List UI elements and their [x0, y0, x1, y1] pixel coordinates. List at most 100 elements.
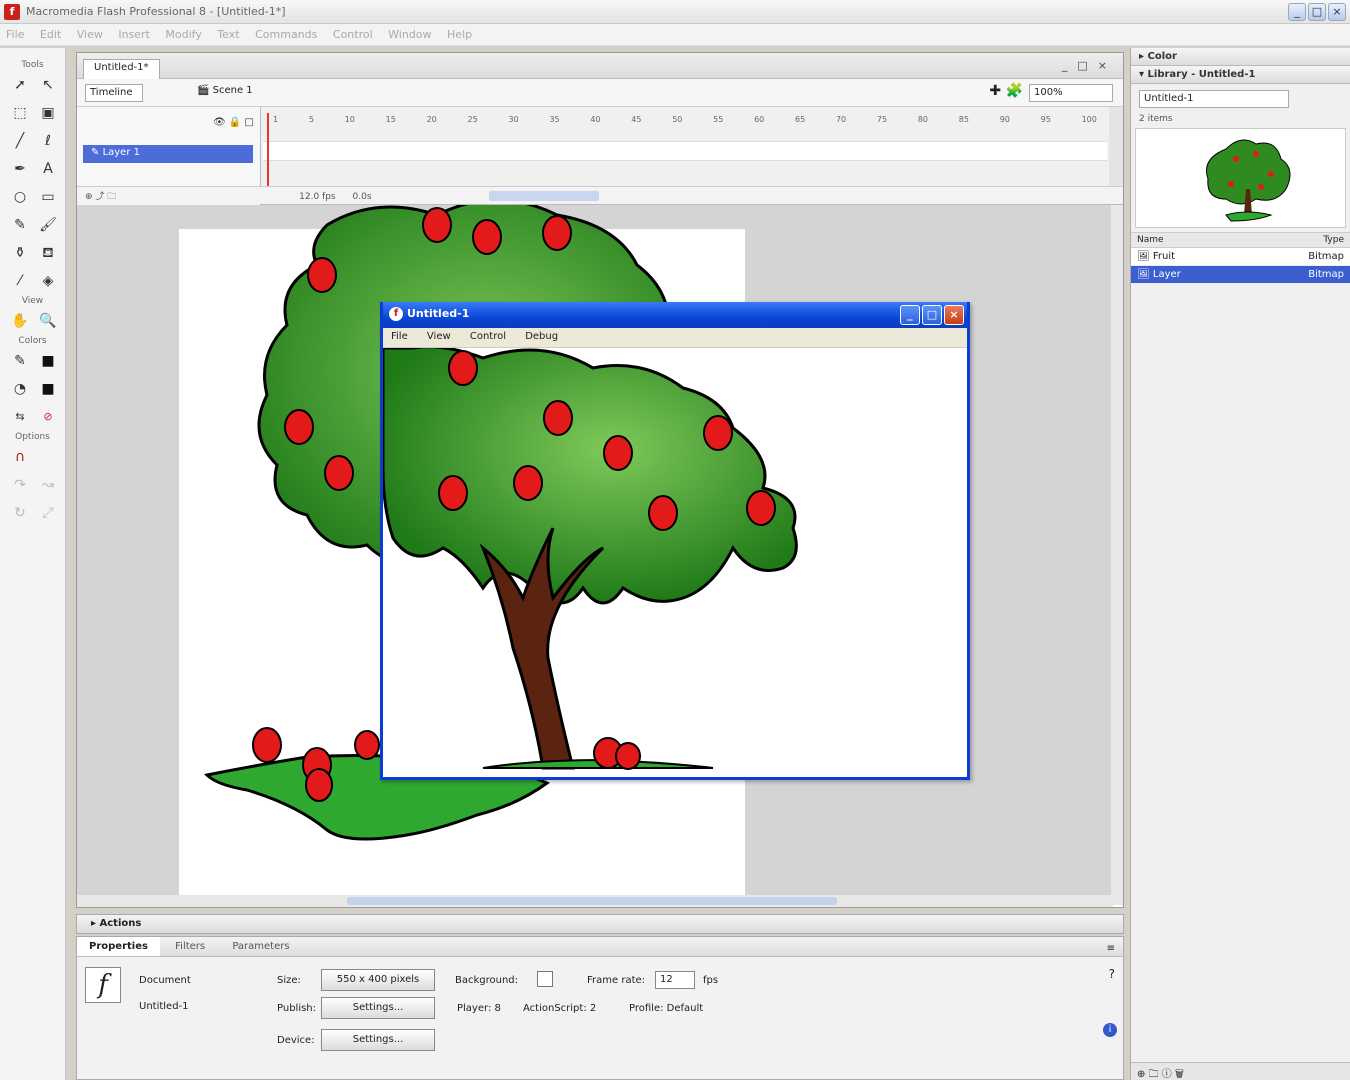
- player-maximize-button[interactable]: □: [922, 305, 942, 325]
- options-section-label: Options: [15, 432, 50, 442]
- zoom-tool-icon[interactable]: 🔍: [35, 308, 61, 334]
- tab-properties[interactable]: Properties: [77, 937, 160, 956]
- player-minimize-button[interactable]: _: [900, 305, 920, 325]
- actionscript-version-label: ActionScript: 2: [523, 1003, 597, 1014]
- ruler-tick: 45: [631, 115, 642, 124]
- library-item[interactable]: 🖼 Fruit Bitmap: [1131, 248, 1350, 266]
- line-tool-icon[interactable]: ╱: [7, 128, 33, 154]
- menu-file[interactable]: File: [0, 24, 30, 41]
- player-menu-file[interactable]: File: [383, 328, 416, 345]
- subselection-tool-icon[interactable]: ↖: [35, 72, 61, 98]
- layer-visibility-lock-outline-icons[interactable]: 👁 🔒 □: [213, 117, 254, 128]
- library-footer-icons[interactable]: ⊕ 🗀 ⓘ 🗑: [1131, 1062, 1350, 1080]
- menu-modify[interactable]: Modify: [159, 24, 207, 41]
- menu-control[interactable]: Control: [327, 24, 379, 41]
- menu-help[interactable]: Help: [441, 24, 478, 41]
- flash-player-window[interactable]: f Untitled-1 _ □ × File View Control Debug: [380, 302, 970, 780]
- player-close-button[interactable]: ×: [944, 305, 964, 325]
- properties-panel: Properties Filters Parameters f Document…: [76, 936, 1124, 1080]
- library-document-select[interactable]: Untitled-1: [1139, 90, 1289, 108]
- tab-parameters[interactable]: Parameters: [220, 937, 301, 956]
- player-menu-view[interactable]: View: [419, 328, 459, 345]
- color-panel-header[interactable]: ▸ Color: [1131, 48, 1350, 66]
- properties-panel-menu-icon[interactable]: ≡: [1107, 943, 1115, 954]
- pencil-tool-icon[interactable]: ✎: [7, 212, 33, 238]
- menu-text[interactable]: Text: [211, 24, 245, 41]
- swap-colors-icon[interactable]: ⇆: [7, 404, 33, 430]
- ruler-tick: 55: [713, 115, 724, 124]
- snap-magnet-icon[interactable]: ∩: [7, 444, 33, 470]
- eyedropper-icon[interactable]: ⁄: [7, 268, 33, 294]
- menu-window[interactable]: Window: [382, 24, 437, 41]
- menu-commands[interactable]: Commands: [249, 24, 323, 41]
- publish-label: Publish:: [277, 1003, 317, 1014]
- pen-tool-icon[interactable]: ✒: [7, 156, 33, 182]
- stage-vscroll[interactable]: [1111, 205, 1123, 905]
- fill-swatch[interactable]: ■: [35, 376, 61, 402]
- maximize-button[interactable]: □: [1308, 3, 1326, 21]
- actions-panel-header[interactable]: ▸ Actions: [76, 914, 1124, 934]
- scene-label[interactable]: 🎬 Scene 1: [197, 85, 253, 96]
- selection-tool-icon[interactable]: ➚: [7, 72, 33, 98]
- library-col-type[interactable]: Type: [1323, 235, 1344, 245]
- oval-tool-icon[interactable]: ○: [7, 184, 33, 210]
- stroke-color-icon[interactable]: ✎: [7, 348, 33, 374]
- menu-view[interactable]: View: [71, 24, 109, 41]
- frame-rate-input[interactable]: 12: [655, 971, 695, 989]
- tab-filters[interactable]: Filters: [163, 937, 217, 956]
- ruler-tick: 85: [958, 115, 969, 124]
- library-col-name[interactable]: Name: [1137, 235, 1164, 245]
- publish-settings-button[interactable]: Settings...: [321, 997, 435, 1019]
- ink-bottle-icon[interactable]: ⚱: [7, 240, 33, 266]
- ruler-tick: 20: [426, 115, 437, 124]
- eraser-tool-icon[interactable]: ◈: [35, 268, 61, 294]
- timeline-hscroll[interactable]: [489, 191, 599, 201]
- text-tool-icon[interactable]: A: [35, 156, 61, 182]
- ruler-tick: 50: [672, 115, 683, 124]
- document-tab[interactable]: Untitled-1*: [83, 59, 160, 79]
- no-color-icon[interactable]: ⊘: [35, 404, 61, 430]
- close-button[interactable]: ×: [1328, 3, 1346, 21]
- edit-symbol-icons[interactable]: ✚ 🧩: [989, 83, 1023, 99]
- player-content[interactable]: [383, 348, 967, 777]
- library-panel-header[interactable]: ▾ Library - Untitled-1: [1131, 66, 1350, 84]
- zoom-select[interactable]: 100%: [1029, 84, 1113, 102]
- fill-color-icon[interactable]: ◔: [7, 376, 33, 402]
- frame-row[interactable]: [263, 141, 1107, 161]
- gradient-transform-icon[interactable]: ▣: [35, 100, 61, 126]
- document-window-controls[interactable]: _□×: [1062, 59, 1117, 72]
- hand-tool-icon[interactable]: ✋: [7, 308, 33, 334]
- rectangle-tool-icon[interactable]: ▭: [35, 184, 61, 210]
- stage-hscroll-thumb[interactable]: [347, 897, 837, 905]
- elapsed-time-readout: 0.0s: [352, 192, 372, 202]
- document-size-button[interactable]: 550 x 400 pixels: [321, 969, 435, 991]
- ruler-tick: 5: [308, 115, 314, 124]
- timeline-vscroll[interactable]: [1109, 107, 1123, 187]
- player-window-controls: _ □ ×: [898, 305, 964, 325]
- player-title-bar[interactable]: f Untitled-1 _ □ ×: [383, 302, 967, 328]
- library-item-name-text: Layer: [1152, 269, 1181, 280]
- minimize-button[interactable]: _: [1288, 3, 1306, 21]
- player-menu-control[interactable]: Control: [462, 328, 514, 345]
- stroke-swatch[interactable]: ■: [35, 348, 61, 374]
- free-transform-icon[interactable]: ⬚: [7, 100, 33, 126]
- library-item[interactable]: 🖼 Layer Bitmap: [1131, 266, 1350, 284]
- lasso-tool-icon[interactable]: ℓ: [35, 128, 61, 154]
- brush-tool-icon[interactable]: 🖌: [35, 212, 61, 238]
- smooth-option-icon: ↷: [14, 477, 26, 493]
- menu-edit[interactable]: Edit: [34, 24, 67, 41]
- edit-bar: Timeline 🎬 Scene 1 ✚ 🧩 100%: [77, 79, 1123, 107]
- player-menu-debug[interactable]: Debug: [517, 328, 566, 345]
- stage-hscroll[interactable]: [77, 895, 1113, 907]
- rotate-option-icon: ↻: [14, 505, 26, 521]
- player-app-icon: f: [389, 307, 403, 321]
- menu-insert[interactable]: Insert: [112, 24, 156, 41]
- add-layer-icon[interactable]: ⊕ ⤴ 🗀: [85, 192, 116, 202]
- paint-bucket-icon[interactable]: ⛾: [35, 240, 61, 266]
- background-color-swatch[interactable]: [537, 971, 553, 987]
- layer-row[interactable]: ✎ Layer 1: [83, 145, 253, 163]
- device-settings-button[interactable]: Settings...: [321, 1029, 435, 1051]
- help-icon[interactable]: ?: [1109, 967, 1115, 981]
- info-icon[interactable]: i: [1103, 1023, 1117, 1037]
- timeline-toggle-button[interactable]: Timeline: [85, 84, 143, 102]
